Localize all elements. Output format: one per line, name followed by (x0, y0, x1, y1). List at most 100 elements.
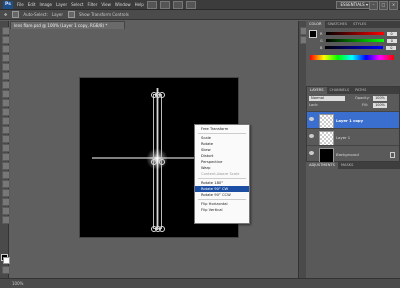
menu-select[interactable]: Select (71, 2, 83, 7)
show-transform-checkbox[interactable] (68, 11, 76, 18)
auto-select-target[interactable]: Layer (52, 12, 63, 17)
pen-tool-icon[interactable] (2, 153, 10, 161)
menu-filter[interactable]: Filter (87, 2, 97, 7)
quick-mask-icon[interactable] (2, 266, 10, 274)
layer-name[interactable]: Background (336, 152, 359, 157)
menu-item-flip-vertical[interactable]: Flip Vertical (195, 207, 249, 213)
visibility-eye-icon[interactable] (309, 134, 314, 138)
layer-thumbnail (319, 131, 334, 146)
eyedropper-tool-icon[interactable] (2, 72, 10, 80)
blur-tool-icon[interactable] (2, 135, 10, 143)
tab-paths[interactable]: PATHS (352, 87, 369, 94)
eraser-tool-icon[interactable] (2, 117, 10, 125)
menu-layer[interactable]: Layer (56, 2, 67, 7)
layer-row-layer-1[interactable]: Layer 1 (307, 128, 399, 146)
transform-handle-right[interactable] (159, 159, 165, 165)
slider-blue[interactable]: B 0 (320, 45, 397, 50)
move-tool-icon[interactable]: ✥ (4, 12, 7, 17)
zoom-tool-icon[interactable] (2, 216, 10, 224)
visibility-eye-icon[interactable] (309, 151, 314, 155)
menu-view[interactable]: View (101, 2, 111, 7)
menu-window[interactable]: Window (115, 2, 131, 7)
tab-adjustments[interactable]: ADJUSTMENTS (306, 162, 338, 169)
fill-label: Fill: (362, 103, 369, 107)
tab-layers[interactable]: LAYERS (307, 87, 327, 94)
lock-label: Lock: (309, 103, 319, 107)
slider-red-value[interactable]: 0 (386, 31, 397, 36)
color-ramp[interactable] (310, 55, 394, 60)
show-transform-label: Show Transform Controls (79, 12, 129, 17)
tab-channels[interactable]: CHANNELS (327, 87, 353, 94)
minimize-button[interactable]: – (369, 1, 378, 10)
arrange-documents-button[interactable] (185, 0, 196, 9)
3d-camera-tool-icon[interactable] (2, 198, 10, 206)
history-brush-tool-icon[interactable] (2, 108, 10, 116)
type-tool-icon[interactable] (2, 162, 10, 170)
slider-blue-track[interactable] (325, 46, 384, 49)
maximize-button[interactable]: □ (379, 1, 388, 10)
path-select-tool-icon[interactable] (2, 171, 10, 179)
menu-item-rotate-90-ccw[interactable]: Rotate 90° CCW (195, 192, 249, 198)
move-tool-icon[interactable] (2, 27, 10, 35)
photoshop-logo: Ps (3, 0, 13, 9)
menu-item-free-transform[interactable]: Free Transform (195, 126, 249, 132)
tab-swatches[interactable]: SWATCHES (325, 21, 351, 28)
slider-green-label: G (320, 38, 323, 43)
slider-green[interactable]: G 0 (320, 38, 397, 43)
dodge-tool-icon[interactable] (2, 144, 10, 152)
transform-handle-left[interactable] (151, 159, 157, 165)
opacity-label: Opacity: (355, 96, 370, 100)
document-tab[interactable]: lens flare.psd @ 100% (Layer 1 copy, RGB… (10, 21, 125, 29)
brush-tool-icon[interactable] (2, 90, 10, 98)
marquee-tool-icon[interactable] (2, 36, 10, 44)
transform-bounding-box[interactable] (151, 92, 165, 232)
mini-bridge-button[interactable] (159, 0, 170, 9)
hand-tool-icon[interactable] (2, 207, 10, 215)
tab-styles[interactable]: STYLES (350, 21, 369, 28)
gradient-tool-icon[interactable] (2, 126, 10, 134)
quick-select-tool-icon[interactable] (2, 54, 10, 62)
layer-name[interactable]: Layer 1 copy (336, 118, 363, 123)
slider-green-track[interactable] (325, 39, 384, 42)
menu-item-content-aware-scale: Content-Aware Scale (201, 172, 240, 176)
slider-red-track[interactable] (325, 32, 384, 35)
lasso-tool-icon[interactable] (2, 45, 10, 53)
slider-blue-value[interactable]: 0 (386, 45, 397, 50)
healing-brush-tool-icon[interactable] (2, 81, 10, 89)
opacity-input[interactable]: 100% (373, 96, 387, 101)
color-panel: COLOR SWATCHES STYLES R 0 G 0 B 0 (306, 21, 400, 63)
tab-masks[interactable]: MASKS (338, 162, 356, 169)
clone-stamp-tool-icon[interactable] (2, 99, 10, 107)
slider-red[interactable]: R 0 (320, 31, 397, 36)
fill-input[interactable]: 100% (373, 103, 387, 108)
layer-row-layer-1-copy[interactable]: Layer 1 copy (307, 111, 399, 129)
color-panel-swatch[interactable] (309, 30, 317, 38)
zoom-level-button[interactable] (172, 0, 183, 9)
transform-handle-bottom-right[interactable] (159, 226, 165, 232)
menu-separator (198, 178, 246, 179)
menu-image[interactable]: Image (39, 2, 52, 7)
auto-select-checkbox[interactable] (12, 11, 20, 18)
lock-icon (390, 152, 395, 158)
workspace-switcher[interactable]: ESSENTIALS ▾ (336, 1, 372, 9)
close-button[interactable]: × (389, 1, 398, 10)
layer-thumbnail (319, 114, 334, 129)
transform-handle-top-right[interactable] (159, 92, 165, 98)
menu-help[interactable]: Help (135, 2, 144, 7)
bridge-button[interactable] (146, 0, 157, 9)
tab-color[interactable]: COLOR (306, 21, 325, 28)
layer-row-background[interactable]: Background (307, 145, 399, 163)
layers-options-row: Normal Opacity: 100% Lock: Fill: 100% (307, 94, 399, 110)
layer-name[interactable]: Layer 1 (336, 135, 350, 140)
shape-tool-icon[interactable] (2, 180, 10, 188)
3d-rotate-tool-icon[interactable] (2, 189, 10, 197)
slider-green-value[interactable]: 0 (386, 38, 397, 43)
crop-tool-icon[interactable] (2, 63, 10, 71)
window-controls: – □ × (369, 1, 398, 10)
layers-panel-tabs: LAYERS CHANNELS PATHS (307, 87, 399, 94)
background-color-swatch[interactable] (3, 257, 10, 264)
visibility-eye-icon[interactable] (309, 117, 314, 121)
blend-mode-select[interactable]: Normal (309, 96, 345, 101)
menu-edit[interactable]: Edit (28, 2, 36, 7)
menu-file[interactable]: File (17, 2, 24, 7)
